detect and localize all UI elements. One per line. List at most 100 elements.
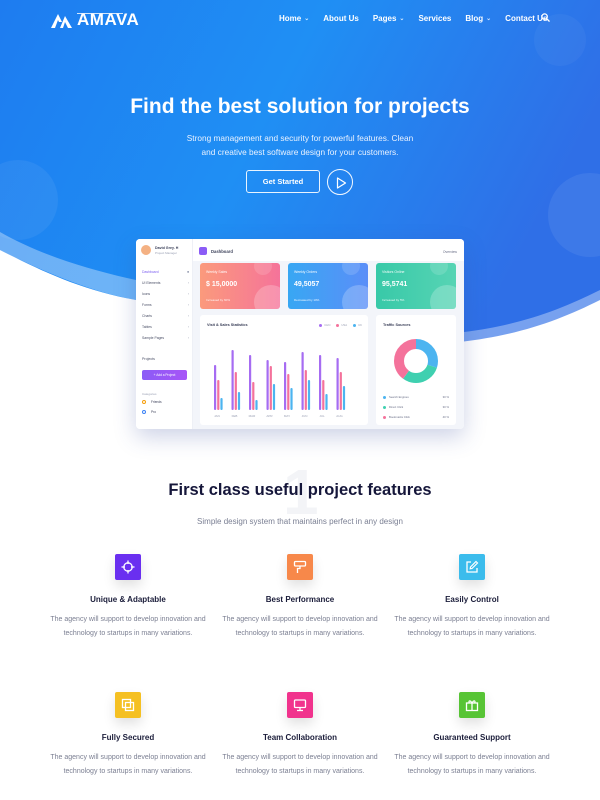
sidebar-item-ui-elements[interactable]: UI Elements › [142,277,189,288]
chart-month-label: JAN [214,414,220,418]
hero-title: Find the best solution for projects [130,95,470,118]
add-project-button[interactable]: + Add a Project [142,370,187,380]
radio-icon [142,410,146,414]
nav-label: Pages [372,14,397,23]
chevron-right-icon: › [187,324,189,329]
sidebar-item-icons[interactable]: Icons › [142,288,189,299]
dashboard-main: Dashboard Overview Weekly Sales $ 15,000… [193,239,464,429]
feature-description: The agency will support to develop innov… [50,616,206,637]
feature-name: Easily Control [445,595,499,604]
chart-month-label: MAR [249,414,257,418]
feature-name: Team Collaboration [262,733,338,742]
chart-bar [214,365,217,410]
sidebar-item-forms[interactable]: Forms › [142,299,189,310]
chart-bar [287,374,290,410]
chart-bar [336,358,339,410]
chart-bar [322,380,325,410]
user-role: Project Manager [155,251,178,255]
chart-bar [217,380,220,410]
logo-mark-icon [51,14,72,28]
legend-value: 40 % [442,415,449,419]
nav-label: Blog [465,14,484,23]
monitor-icon [287,692,313,718]
menu-label: Dashboard [142,269,159,274]
card-label: Visitors Online [382,270,405,274]
option-friends[interactable]: Friends [142,400,162,404]
legend-value: 30 % [442,395,449,399]
nav-item-about[interactable]: About Us [323,14,359,23]
legend-dot [383,415,386,419]
feature-name: Unique & Adaptable [90,595,166,604]
chart-bar [249,355,252,410]
brand-logo[interactable]: AMAVA [50,10,139,30]
play-video-button[interactable] [327,169,353,195]
features-subtitle: Simple design system that maintains perf… [197,517,403,526]
dashboard-title: Dashboard [211,249,233,254]
dashboard-sidebar: David Grey. H Project Manager Dashboard ■… [136,239,193,429]
get-started-button[interactable]: Get Started [246,170,320,193]
logo-overline [77,13,123,14]
feature-name: Fully Secured [101,733,155,742]
card-value: 95,5741 [382,281,408,288]
chevron-down-icon: ⌄ [399,16,405,22]
option-label: Pro [151,410,156,414]
legend-dot [383,405,386,409]
chart-bar [252,382,255,410]
menu-label: Icons [142,291,151,296]
chart-month-label: AUG [336,414,343,418]
overview-link[interactable]: Overview [443,250,457,254]
chevron-right-icon: ■ [186,269,189,274]
chart-month-label: MAY [284,414,290,418]
card-decoration [254,263,272,275]
menu-label: Forms [142,302,152,307]
sidebar-item-charts[interactable]: Charts › [142,310,189,321]
home-icon [199,247,207,255]
traffic-legend-row: Search Engines 30 % [383,395,449,399]
menu-label: Tables [142,324,152,329]
card-decoration [342,285,368,309]
feature-description: The agency will support to develop innov… [50,754,206,775]
chevron-right-icon: › [187,335,189,340]
target-icon [115,554,141,580]
nav-label: Services [418,14,452,23]
stat-card-sales: Weekly Sales $ 15,0000 Increased by 60% [200,263,280,309]
chart-bar [307,380,311,410]
chevron-right-icon: › [187,302,189,307]
chart-month-label: APR [266,414,273,418]
sidebar-item-sample-pages[interactable]: Sample Pages › [142,332,189,343]
legend-dot [383,395,386,399]
nav-item-pages[interactable]: Pages ⌄ [373,14,405,23]
chart-bar [255,400,258,410]
chart-bar [290,388,293,410]
card-value: 49,5057 [294,281,320,288]
nav-label: About Us [323,14,359,23]
user-name: David Grey. H [155,246,179,250]
nav-item-blog[interactable]: Blog ⌄ [465,14,491,23]
card-value: $ 15,0000 [206,281,238,288]
option-label: Friends [151,400,162,404]
option-pro[interactable]: Pro [142,410,156,414]
card-footer: Increased by 60% [206,298,231,302]
chart-bar [269,366,272,410]
main-nav: Home ⌄ About Us Pages ⌄ Services Blog ⌄ Con… [279,13,561,23]
page: AMAVA Home ⌄ About Us Pages ⌄ Services Blo… [0,0,600,800]
search-icon[interactable] [541,13,550,22]
paint-roller-icon [287,554,313,580]
dashboard-header: Dashboard Overview [193,239,464,261]
card-decoration [430,263,448,275]
sidebar-item-tables[interactable]: Tables › [142,321,189,332]
chart-bar [266,360,269,410]
chart-bar [272,384,276,410]
dashboard-mockup: David Grey. H Project Manager Dashboard ■… [136,239,464,429]
panel-title: Traffic Sources [383,323,411,327]
chevron-right-icon: › [187,291,189,296]
chart-bar [301,352,304,410]
nav-item-home[interactable]: Home ⌄ [279,14,309,23]
projects-label: Projects [142,357,155,361]
sidebar-item-dashboard[interactable]: Dashboard ■ [142,266,189,277]
feature-description: The agency will support to develop innov… [222,616,378,637]
legend-label: Search Engines [389,395,409,399]
traffic-legend-row: Bookmarks Click 40 % [383,415,449,419]
nav-item-services[interactable]: Services [418,14,451,23]
bar-chart: JAN FEB MAR APR MAY JUN JUL AUG [214,350,346,418]
